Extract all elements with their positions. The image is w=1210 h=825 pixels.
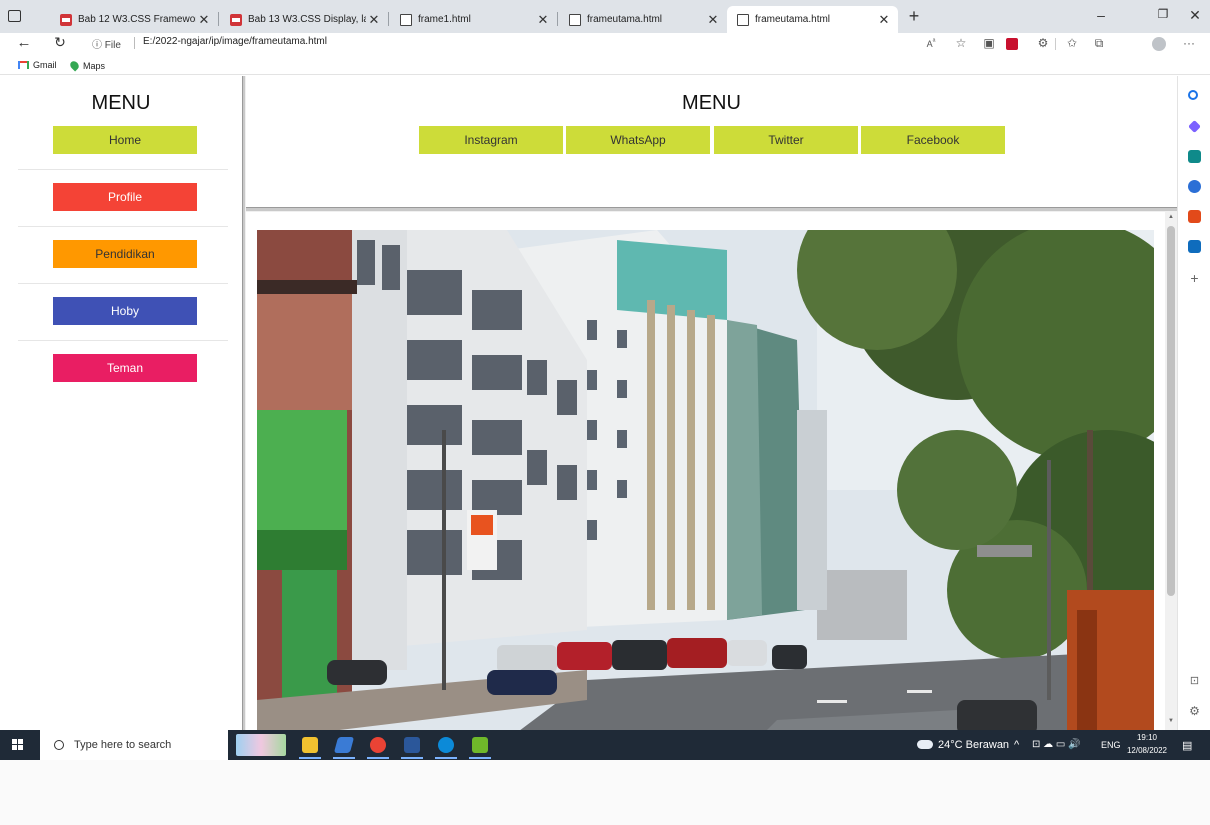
- language-indicator[interactable]: ENG: [1101, 740, 1121, 750]
- word-icon[interactable]: [404, 737, 420, 753]
- tab-title: frame1.html: [418, 14, 471, 25]
- notification-icon[interactable]: ▤: [1182, 739, 1192, 752]
- windows-start-icon[interactable]: [12, 739, 24, 751]
- outlook-icon[interactable]: [1188, 240, 1201, 253]
- page-icon: [569, 13, 581, 26]
- acrobat-extension-icon[interactable]: [1006, 38, 1018, 50]
- scroll-thumb[interactable]: [1167, 226, 1175, 596]
- hide-sidebar-icon[interactable]: ⊡: [1187, 674, 1202, 687]
- pdf-icon: [60, 13, 72, 26]
- tab-pdf-display[interactable]: Bab 13 W3.CSS Display, layout.p ✕: [220, 6, 388, 33]
- sidebar-settings-icon[interactable]: ⚙: [1187, 704, 1202, 718]
- bookmarks-bar: Gmail Maps: [0, 55, 1210, 75]
- top-menu-title: MENU: [682, 92, 741, 114]
- more-menu-icon[interactable]: ···: [1180, 36, 1198, 50]
- tab-strip: Bab 12 W3.CSS Framework.pdf ✕ Bab 13 W3.…: [0, 0, 1210, 33]
- close-icon[interactable]: ✕: [876, 12, 892, 28]
- maps-pin-icon: [68, 59, 81, 72]
- top-menu-instagram[interactable]: Instagram: [419, 126, 563, 154]
- address-toolbar: ← ↻ ⓘ File E:/2022-ngajar/ip/image/frame…: [0, 33, 1210, 55]
- tab-pdf-framework[interactable]: Bab 12 W3.CSS Framework.pdf ✕: [50, 6, 218, 33]
- tab-frame1[interactable]: frame1.html ✕: [390, 6, 557, 33]
- add-sidebar-app-icon[interactable]: +: [1187, 270, 1202, 286]
- tab-title: frameutama.html: [755, 14, 831, 25]
- search-icon: [54, 740, 64, 750]
- windows-taskbar: Type here to search 24°C Berawan ^ ⊡ ☁ ▭…: [0, 730, 1210, 760]
- bookmark-maps[interactable]: Maps: [68, 59, 106, 72]
- minimize-button[interactable]: –: [1086, 7, 1116, 23]
- notepad-plus-icon[interactable]: [472, 737, 488, 753]
- clock-date[interactable]: 12/08/2022: [1125, 746, 1169, 755]
- sidebar-item-teman[interactable]: Teman: [53, 354, 197, 382]
- collections-icon[interactable]: ⧉: [1090, 36, 1108, 51]
- profile-avatar[interactable]: [1152, 37, 1166, 51]
- edge-sidebar: + ⊡ ⚙: [1177, 76, 1210, 730]
- new-tab-button[interactable]: +: [905, 6, 923, 27]
- street-buildings-photo: [257, 230, 1154, 730]
- address-bar[interactable]: E:/2022-ngajar/ip/image/frameutama.html: [143, 36, 327, 47]
- top-menu-frame: MENU Instagram WhatsApp Twitter Facebook: [246, 76, 1177, 207]
- sidebar-item-hoby[interactable]: Hoby: [53, 297, 197, 325]
- scroll-down-arrow[interactable]: ▼: [1165, 718, 1177, 724]
- restore-button[interactable]: ❐: [1148, 7, 1178, 21]
- sidebar-item-pendidikan[interactable]: Pendidikan: [53, 240, 197, 268]
- refresh-button[interactable]: ↻: [50, 34, 70, 51]
- top-menu-twitter[interactable]: Twitter: [714, 126, 858, 154]
- window-close-button[interactable]: ✕: [1180, 7, 1210, 24]
- people-icon[interactable]: [1188, 180, 1201, 193]
- office-icon[interactable]: [1188, 210, 1201, 223]
- app-icon[interactable]: [333, 737, 355, 753]
- close-icon[interactable]: ✕: [705, 12, 721, 28]
- top-menu-facebook[interactable]: Facebook: [861, 126, 1005, 154]
- top-menu-whatsapp[interactable]: WhatsApp: [566, 126, 710, 154]
- main-content-frame: ▲ ▼: [246, 212, 1177, 730]
- tab-actions-icon[interactable]: [8, 10, 21, 22]
- extensions-icon[interactable]: ⚙: [1034, 36, 1052, 50]
- copilot-icon[interactable]: [1188, 120, 1201, 133]
- tab-frameutama-active[interactable]: frameutama.html ✕: [727, 6, 898, 33]
- bookmark-label: Maps: [83, 60, 106, 71]
- bookmark-label: Gmail: [33, 60, 57, 70]
- bookmark-gmail[interactable]: Gmail: [18, 60, 57, 70]
- close-icon[interactable]: ✕: [196, 12, 212, 28]
- tray-icons[interactable]: ⊡ ☁ ▭ 🔊: [1032, 739, 1081, 750]
- tray-chevron-icon[interactable]: ^: [1014, 739, 1019, 751]
- weather-cloud-icon: [917, 740, 933, 749]
- read-aloud-icon[interactable]: Aᵃ: [922, 36, 940, 49]
- search-icon[interactable]: [1188, 90, 1198, 100]
- left-menu-frame: MENU Home Profile Pendidikan Hoby Teman: [0, 76, 242, 730]
- sidebar-menu-title: MENU: [91, 92, 151, 114]
- taskbar-search-box[interactable]: Type here to search: [40, 730, 228, 760]
- chrome-icon[interactable]: [370, 737, 386, 753]
- weather-text[interactable]: 24°C Berawan: [938, 739, 1009, 751]
- page-icon: [737, 13, 749, 26]
- site-info-label: File: [104, 40, 121, 51]
- back-button[interactable]: ←: [14, 34, 34, 51]
- pdf-icon: [230, 13, 242, 26]
- tab-title: frameutama.html: [587, 14, 663, 25]
- page-icon: [400, 13, 412, 26]
- scroll-up-arrow[interactable]: ▲: [1165, 214, 1177, 220]
- sidebar-item-profile[interactable]: Profile: [53, 183, 197, 211]
- tab-frameutama[interactable]: frameutama.html ✕: [559, 6, 727, 33]
- favorite-star-icon[interactable]: ☆: [952, 36, 970, 50]
- tab-title: Bab 12 W3.CSS Framework.pdf: [78, 14, 196, 25]
- gmail-icon: [18, 61, 29, 69]
- page-content: MENU Home Profile Pendidikan Hoby Teman …: [0, 76, 1177, 730]
- edge-icon[interactable]: [438, 737, 454, 753]
- main-frame-scrollbar[interactable]: ▲ ▼: [1165, 212, 1177, 730]
- search-placeholder: Type here to search: [74, 739, 172, 751]
- close-icon[interactable]: ✕: [535, 12, 551, 28]
- collections-app-icon[interactable]: ▣: [980, 36, 998, 50]
- search-highlight-image[interactable]: [236, 734, 286, 756]
- tab-title: Bab 13 W3.CSS Display, layout.p: [248, 14, 366, 25]
- site-info-button[interactable]: ⓘ File: [92, 36, 121, 51]
- shopping-icon[interactable]: [1188, 150, 1201, 163]
- close-icon[interactable]: ✕: [366, 12, 382, 28]
- sidebar-item-home[interactable]: Home: [53, 126, 197, 154]
- clock-time[interactable]: 19:10: [1125, 733, 1169, 742]
- file-explorer-icon[interactable]: [302, 737, 318, 753]
- favorites-icon[interactable]: ✩: [1063, 36, 1081, 50]
- browser-window: Bab 12 W3.CSS Framework.pdf ✕ Bab 13 W3.…: [0, 0, 1210, 760]
